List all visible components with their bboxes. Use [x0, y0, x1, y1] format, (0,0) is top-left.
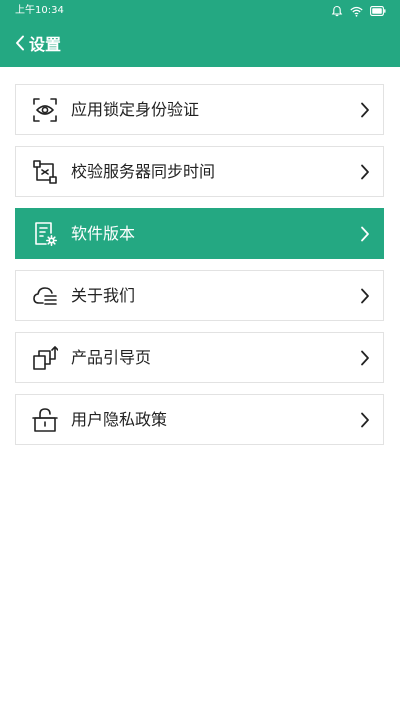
status-bar: 上午10:34: [0, 0, 400, 22]
menu-item-label: 产品引导页: [71, 348, 152, 367]
status-time: 上午10:34: [15, 5, 64, 16]
chevron-right-icon: [359, 225, 371, 243]
back-button[interactable]: [10, 35, 30, 55]
navigation-bar: 设置: [0, 28, 400, 62]
chevron-right-icon: [359, 287, 371, 305]
menu-item-product-guide[interactable]: 产品引导页: [15, 332, 384, 383]
lock-icon: [32, 407, 58, 433]
pages-arrow-icon: [32, 345, 58, 371]
menu-item-label: 校验服务器同步时间: [71, 162, 216, 181]
status-icons: [331, 4, 386, 18]
alarm-icon: [331, 5, 343, 17]
chevron-left-icon: [15, 35, 25, 55]
cloud-lines-icon: [32, 283, 58, 309]
page-title: 设置: [29, 35, 62, 54]
menu-item-software-version[interactable]: 软件版本: [15, 208, 384, 259]
chevron-right-icon: [359, 349, 371, 367]
wifi-icon: [350, 6, 363, 17]
battery-icon: [370, 6, 386, 16]
menu-item-privacy-policy[interactable]: 用户隐私政策: [15, 394, 384, 445]
settings-menu: 应用锁定身份验证 校验服务器同步时间 软件版本 关于我们 产品引导页 用户隐私政…: [15, 84, 384, 456]
chevron-right-icon: [359, 101, 371, 119]
eye-scan-icon: [32, 97, 58, 123]
app-header: 上午10:34 设置: [0, 0, 400, 67]
menu-item-app-lock-auth[interactable]: 应用锁定身份验证: [15, 84, 384, 135]
chevron-right-icon: [359, 163, 371, 181]
menu-item-label: 软件版本: [71, 224, 136, 243]
menu-item-label: 应用锁定身份验证: [71, 100, 200, 119]
menu-item-label: 关于我们: [71, 286, 136, 305]
menu-item-label: 用户隐私政策: [71, 410, 168, 429]
document-gear-icon: [32, 221, 58, 247]
menu-item-about-us[interactable]: 关于我们: [15, 270, 384, 321]
chevron-right-icon: [359, 411, 371, 429]
menu-item-server-time-sync[interactable]: 校验服务器同步时间: [15, 146, 384, 197]
sync-time-icon: [32, 159, 58, 185]
